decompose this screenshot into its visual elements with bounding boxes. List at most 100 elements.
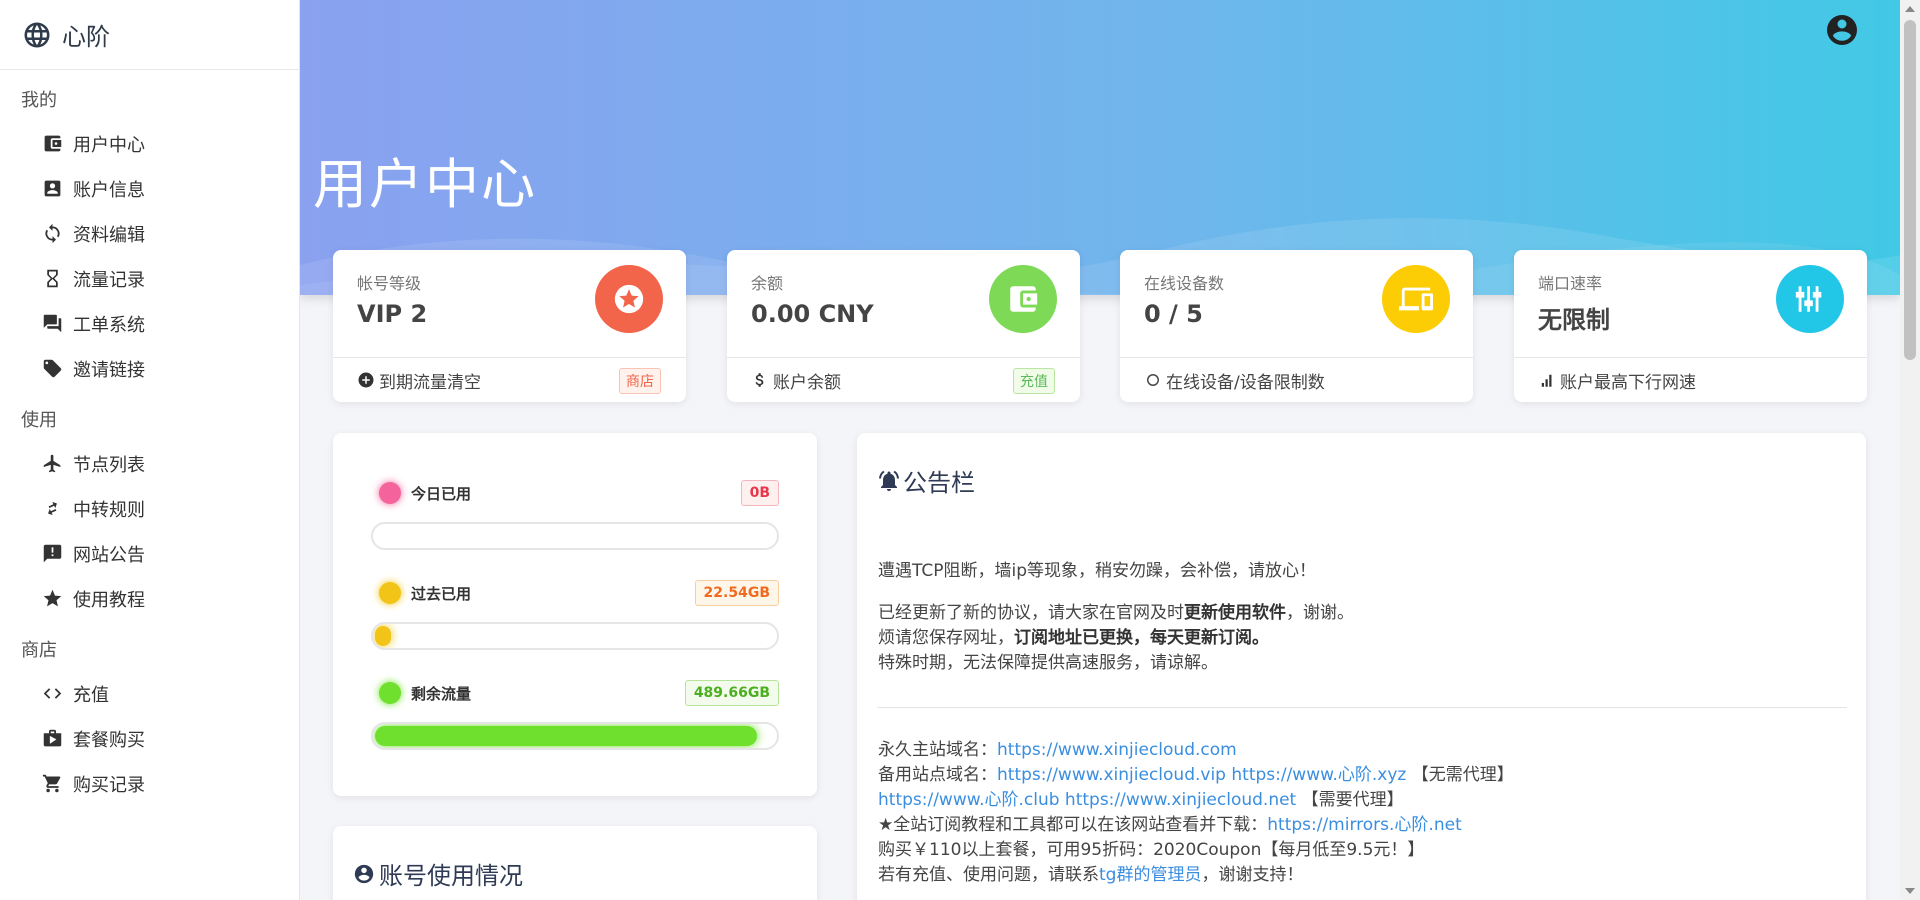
sidebar-item-label: 网站公告 [73, 544, 145, 566]
notice-text: ，谢谢支持！ [1201, 865, 1304, 885]
stat-icon-circle [989, 265, 1057, 333]
account-box-icon [44, 180, 61, 197]
recharge-badge-button[interactable]: 充值 [1013, 368, 1055, 394]
notice-line: 已经更新了新的协议，请大家在官网及时更新使用软件，谢谢。 [878, 601, 1354, 626]
sidebar-item-traffic-log[interactable]: 流量记录 [0, 256, 299, 301]
tune-icon [1795, 286, 1822, 312]
progress-fill [375, 626, 391, 646]
notice-line: 永久主站域名：https://www.xinjiecloud.com [878, 738, 1237, 763]
stat-footer-text: 在线设备/设备限制数 [1166, 372, 1325, 393]
plus-circle-icon [358, 372, 374, 388]
notice-bold: 更新使用软件 [1184, 603, 1286, 623]
page-scrollbar[interactable] [1900, 0, 1920, 900]
sidebar: 心阶 我的 用户中心 账户信息 资料编辑 流量记录 工单系统 邀请链接 使用 节… [0, 0, 300, 900]
notice-line: 备用站点域名：https://www.xinjiecloud.vip https… [878, 763, 1514, 788]
traffic-value-badge: 0B [740, 480, 779, 506]
hourglass-icon [47, 269, 58, 288]
scroll-up-arrow[interactable] [1905, 6, 1915, 12]
sidebar-item-purchase-history[interactable]: 购买记录 [0, 761, 299, 806]
sidebar-item-tickets[interactable]: 工单系统 [0, 301, 299, 346]
stat-icon-circle [1776, 265, 1844, 333]
notice-title: 公告栏 [903, 469, 975, 497]
sidebar-item-recharge[interactable]: 充值 [0, 671, 299, 716]
traffic-card: 今日已用 0B 过去已用 22.54GB 剩余流量 489.66GB [333, 433, 817, 796]
sidebar-item-account-info[interactable]: 账户信息 [0, 166, 299, 211]
stat-value: VIP 2 [357, 300, 428, 328]
announcement-card: 公告栏 遭遇TCP阻断，墙ip等现象，稍安勿躁，会补偿，请放心！ 已经更新了新的… [857, 433, 1866, 900]
stat-footer: 账户余额 充值 [727, 357, 1080, 402]
account-circle-icon[interactable] [1824, 12, 1860, 48]
notice-line: https://www.心阶.club https://www.xinjiecl… [878, 788, 1404, 813]
sidebar-item-tutorials[interactable]: 使用教程 [0, 576, 299, 621]
forum-icon [43, 314, 62, 333]
tg-admin-link[interactable]: tg群的管理员 [1099, 865, 1201, 885]
past-dot [379, 582, 401, 604]
stat-label: 端口速率 [1538, 274, 1603, 293]
sidebar-item-plans[interactable]: 套餐购买 [0, 716, 299, 761]
notice-line: 烦请您保存网址，订阅地址已更换，每天更新订阅。 [878, 626, 1269, 651]
star-badge-icon [614, 284, 644, 314]
stat-icon-circle [595, 265, 663, 333]
shop-badge-button[interactable]: 商店 [619, 368, 661, 394]
stat-icon-circle [1382, 265, 1450, 333]
notice-text: ★全站订阅教程和工具都可以在该网站查看并下载： [878, 815, 1268, 835]
airplane-icon [43, 454, 61, 473]
stat-footer-text: 账户最高下行网速 [1560, 372, 1696, 393]
traffic-remaining: 剩余流量 489.66GB [371, 678, 779, 750]
brand-name: 心阶 [62, 23, 110, 51]
sidebar-item-relay-rules[interactable]: 中转规则 [0, 486, 299, 531]
announcement-icon [43, 544, 62, 563]
transfer-icon [48, 501, 57, 516]
tag-icon [43, 359, 62, 378]
account-usage-card: 账号使用情况 [333, 826, 817, 900]
card-title: 公告栏 [877, 463, 975, 498]
stat-footer: 账户最高下行网速 [1514, 357, 1867, 402]
usage-title: 账号使用情况 [379, 862, 523, 890]
mirrors-link[interactable]: https://mirrors.心阶.net [1267, 815, 1461, 835]
stat-footer-text: 账户余额 [773, 372, 841, 393]
sidebar-item-label: 套餐购买 [73, 729, 145, 751]
sidebar-item-invite[interactable]: 邀请链接 [0, 346, 299, 391]
stat-card-level: 帐号等级 VIP 2 到期流量清空 商店 [333, 250, 686, 402]
sidebar-item-user-center[interactable]: 用户中心 [0, 121, 299, 166]
backup-domain-link[interactable]: https://www.xinjiecloud.vip https://www.… [997, 765, 1406, 785]
brand[interactable]: 心阶 [0, 0, 299, 70]
scroll-down-arrow[interactable] [1905, 888, 1915, 894]
proxy-domain-link[interactable]: https://www.心阶.club https://www.xinjiecl… [878, 790, 1296, 810]
stat-value: 无限制 [1538, 306, 1610, 334]
sidebar-item-label: 节点列表 [73, 454, 145, 476]
stat-label: 余额 [751, 274, 784, 293]
sidebar-item-announcements[interactable]: 网站公告 [0, 531, 299, 576]
stat-footer: 到期流量清空 商店 [333, 357, 686, 402]
notice-line: 遭遇TCP阻断，墙ip等现象，稍安勿躁，会补偿，请放心！ [878, 561, 1317, 581]
sidebar-item-label: 邀请链接 [73, 359, 145, 381]
notice-line: 若有充值、使用问题，请联系tg群的管理员，谢谢支持！ [878, 863, 1303, 888]
scrollbar-thumb[interactable] [1904, 20, 1916, 360]
notice-text: 备用站点域名： [878, 765, 997, 785]
star-icon [43, 589, 62, 607]
cart-icon [42, 774, 61, 793]
main-domain-link[interactable]: https://www.xinjiecloud.com [997, 740, 1237, 760]
notice-text: 烦请您保存网址， [878, 628, 1014, 648]
stat-footer-text: 到期流量清空 [379, 372, 481, 393]
account-circle-icon [354, 864, 374, 883]
card-title: 账号使用情况 [353, 856, 523, 891]
stat-card-balance: 余额 0.00 CNY 账户余额 充值 [727, 250, 1080, 402]
sidebar-item-label: 使用教程 [73, 589, 145, 611]
stat-card-devices: 在线设备数 0 / 5 在线设备/设备限制数 [1120, 250, 1473, 402]
notice-line: 特殊时期，无法保障提供高速服务，请谅解。 [878, 653, 1218, 673]
progress-bar [371, 722, 779, 750]
sidebar-item-nodes[interactable]: 节点列表 [0, 441, 299, 486]
dollar-icon [755, 373, 764, 387]
sidebar-item-label: 充值 [73, 684, 109, 706]
notice-text: 【无需代理】 [1406, 765, 1514, 785]
section-title-use: 使用 [21, 410, 57, 431]
stat-card-port-speed: 端口速率 无限制 账户最高下行网速 [1514, 250, 1867, 402]
refresh-icon [1147, 374, 1159, 386]
traffic-past: 过去已用 22.54GB [371, 578, 779, 650]
sidebar-item-label: 用户中心 [73, 134, 145, 156]
notice-text: 【需要代理】 [1296, 790, 1404, 810]
sidebar-item-profile-edit[interactable]: 资料编辑 [0, 211, 299, 256]
notice-text: ，谢谢。 [1286, 603, 1354, 623]
traffic-value-badge: 22.54GB [694, 580, 779, 606]
